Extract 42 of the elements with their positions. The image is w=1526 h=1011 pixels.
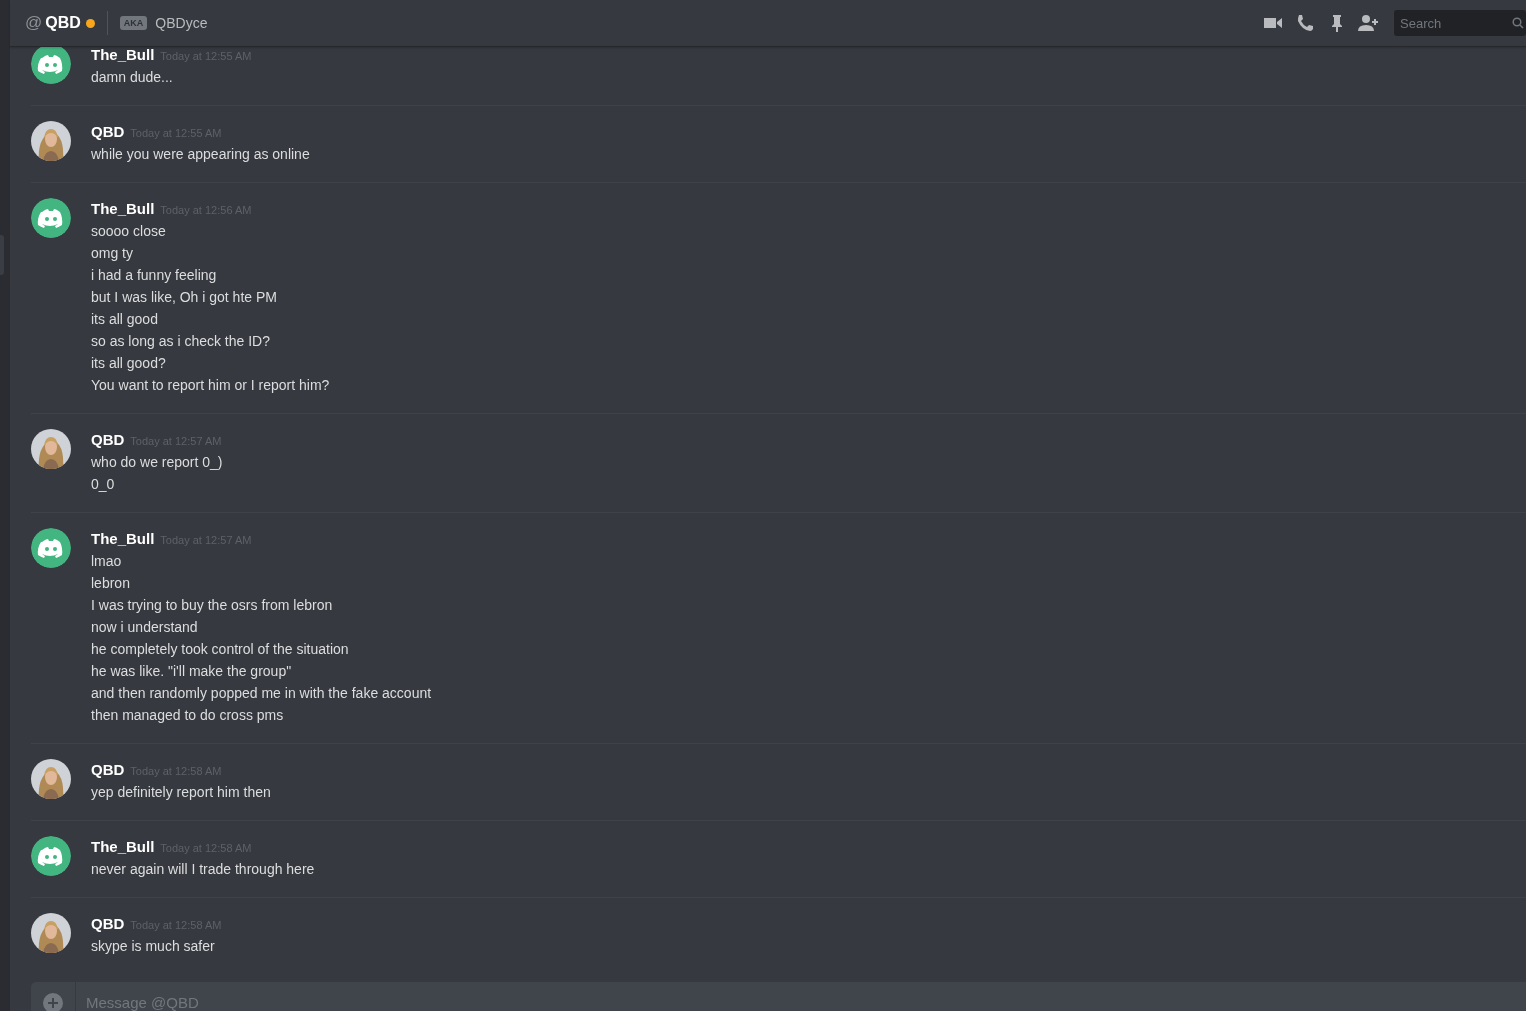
message-text: so as long as i check the ID? bbox=[91, 332, 271, 351]
message-text: now i understand bbox=[91, 618, 199, 637]
message-text: damn dude... bbox=[91, 68, 174, 87]
message-text: soooo close bbox=[91, 222, 167, 241]
message-text: while you were appearing as online bbox=[91, 145, 310, 164]
message-text: then managed to do cross pms bbox=[91, 706, 285, 725]
search-icon bbox=[1512, 17, 1524, 29]
message-text: lmao bbox=[91, 552, 123, 571]
recipient-name: QBD bbox=[45, 14, 81, 32]
message-text: but I was like, Oh i got hte PM bbox=[91, 288, 278, 307]
message-text: You want to report him or I report him? bbox=[91, 376, 330, 395]
message-text: never again will I trade through here bbox=[91, 860, 315, 879]
alias-name: QBDyce bbox=[155, 15, 208, 31]
message-text: yep definitely report him then bbox=[91, 783, 271, 802]
controller-logo-icon bbox=[31, 836, 71, 876]
controller-logo-icon bbox=[31, 198, 71, 238]
aka-badge: AKA bbox=[119, 16, 148, 30]
message-text: I was trying to buy the osrs from lebron bbox=[91, 596, 334, 615]
add-friend-icon[interactable] bbox=[1358, 13, 1380, 33]
message-text: and then randomly popped me in with the fake account bbox=[91, 684, 432, 703]
message-text: 0_0 bbox=[91, 475, 116, 494]
author-name[interactable]: QBD bbox=[91, 759, 125, 781]
author-name[interactable]: The_Bull bbox=[91, 198, 155, 220]
author-name[interactable]: The_Bull bbox=[91, 836, 155, 858]
message-text: skype is much safer bbox=[91, 937, 216, 956]
message-text: lebron bbox=[91, 574, 131, 593]
at-sign: @ bbox=[25, 13, 43, 33]
search-field[interactable]: Search bbox=[1394, 10, 1526, 36]
message-text: he was like. "i'll make the group" bbox=[91, 662, 293, 681]
message-text: he completely took control of the situation bbox=[91, 640, 350, 659]
author-name[interactable]: QBD bbox=[91, 913, 125, 935]
author-name[interactable]: QBD bbox=[91, 121, 125, 143]
message-text: omg ty bbox=[91, 244, 134, 263]
message-text: who do we report 0_) bbox=[91, 453, 223, 472]
message-text: i had a funny feeling bbox=[91, 266, 218, 285]
author-name[interactable]: The_Bull bbox=[91, 46, 155, 66]
controller-logo-icon bbox=[31, 528, 71, 568]
author-name[interactable]: The_Bull bbox=[91, 528, 155, 550]
controller-logo-icon bbox=[31, 46, 71, 84]
message-text: its all good bbox=[91, 310, 159, 329]
author-name[interactable]: QBD bbox=[91, 429, 125, 451]
message-text: its all good? bbox=[91, 354, 167, 373]
